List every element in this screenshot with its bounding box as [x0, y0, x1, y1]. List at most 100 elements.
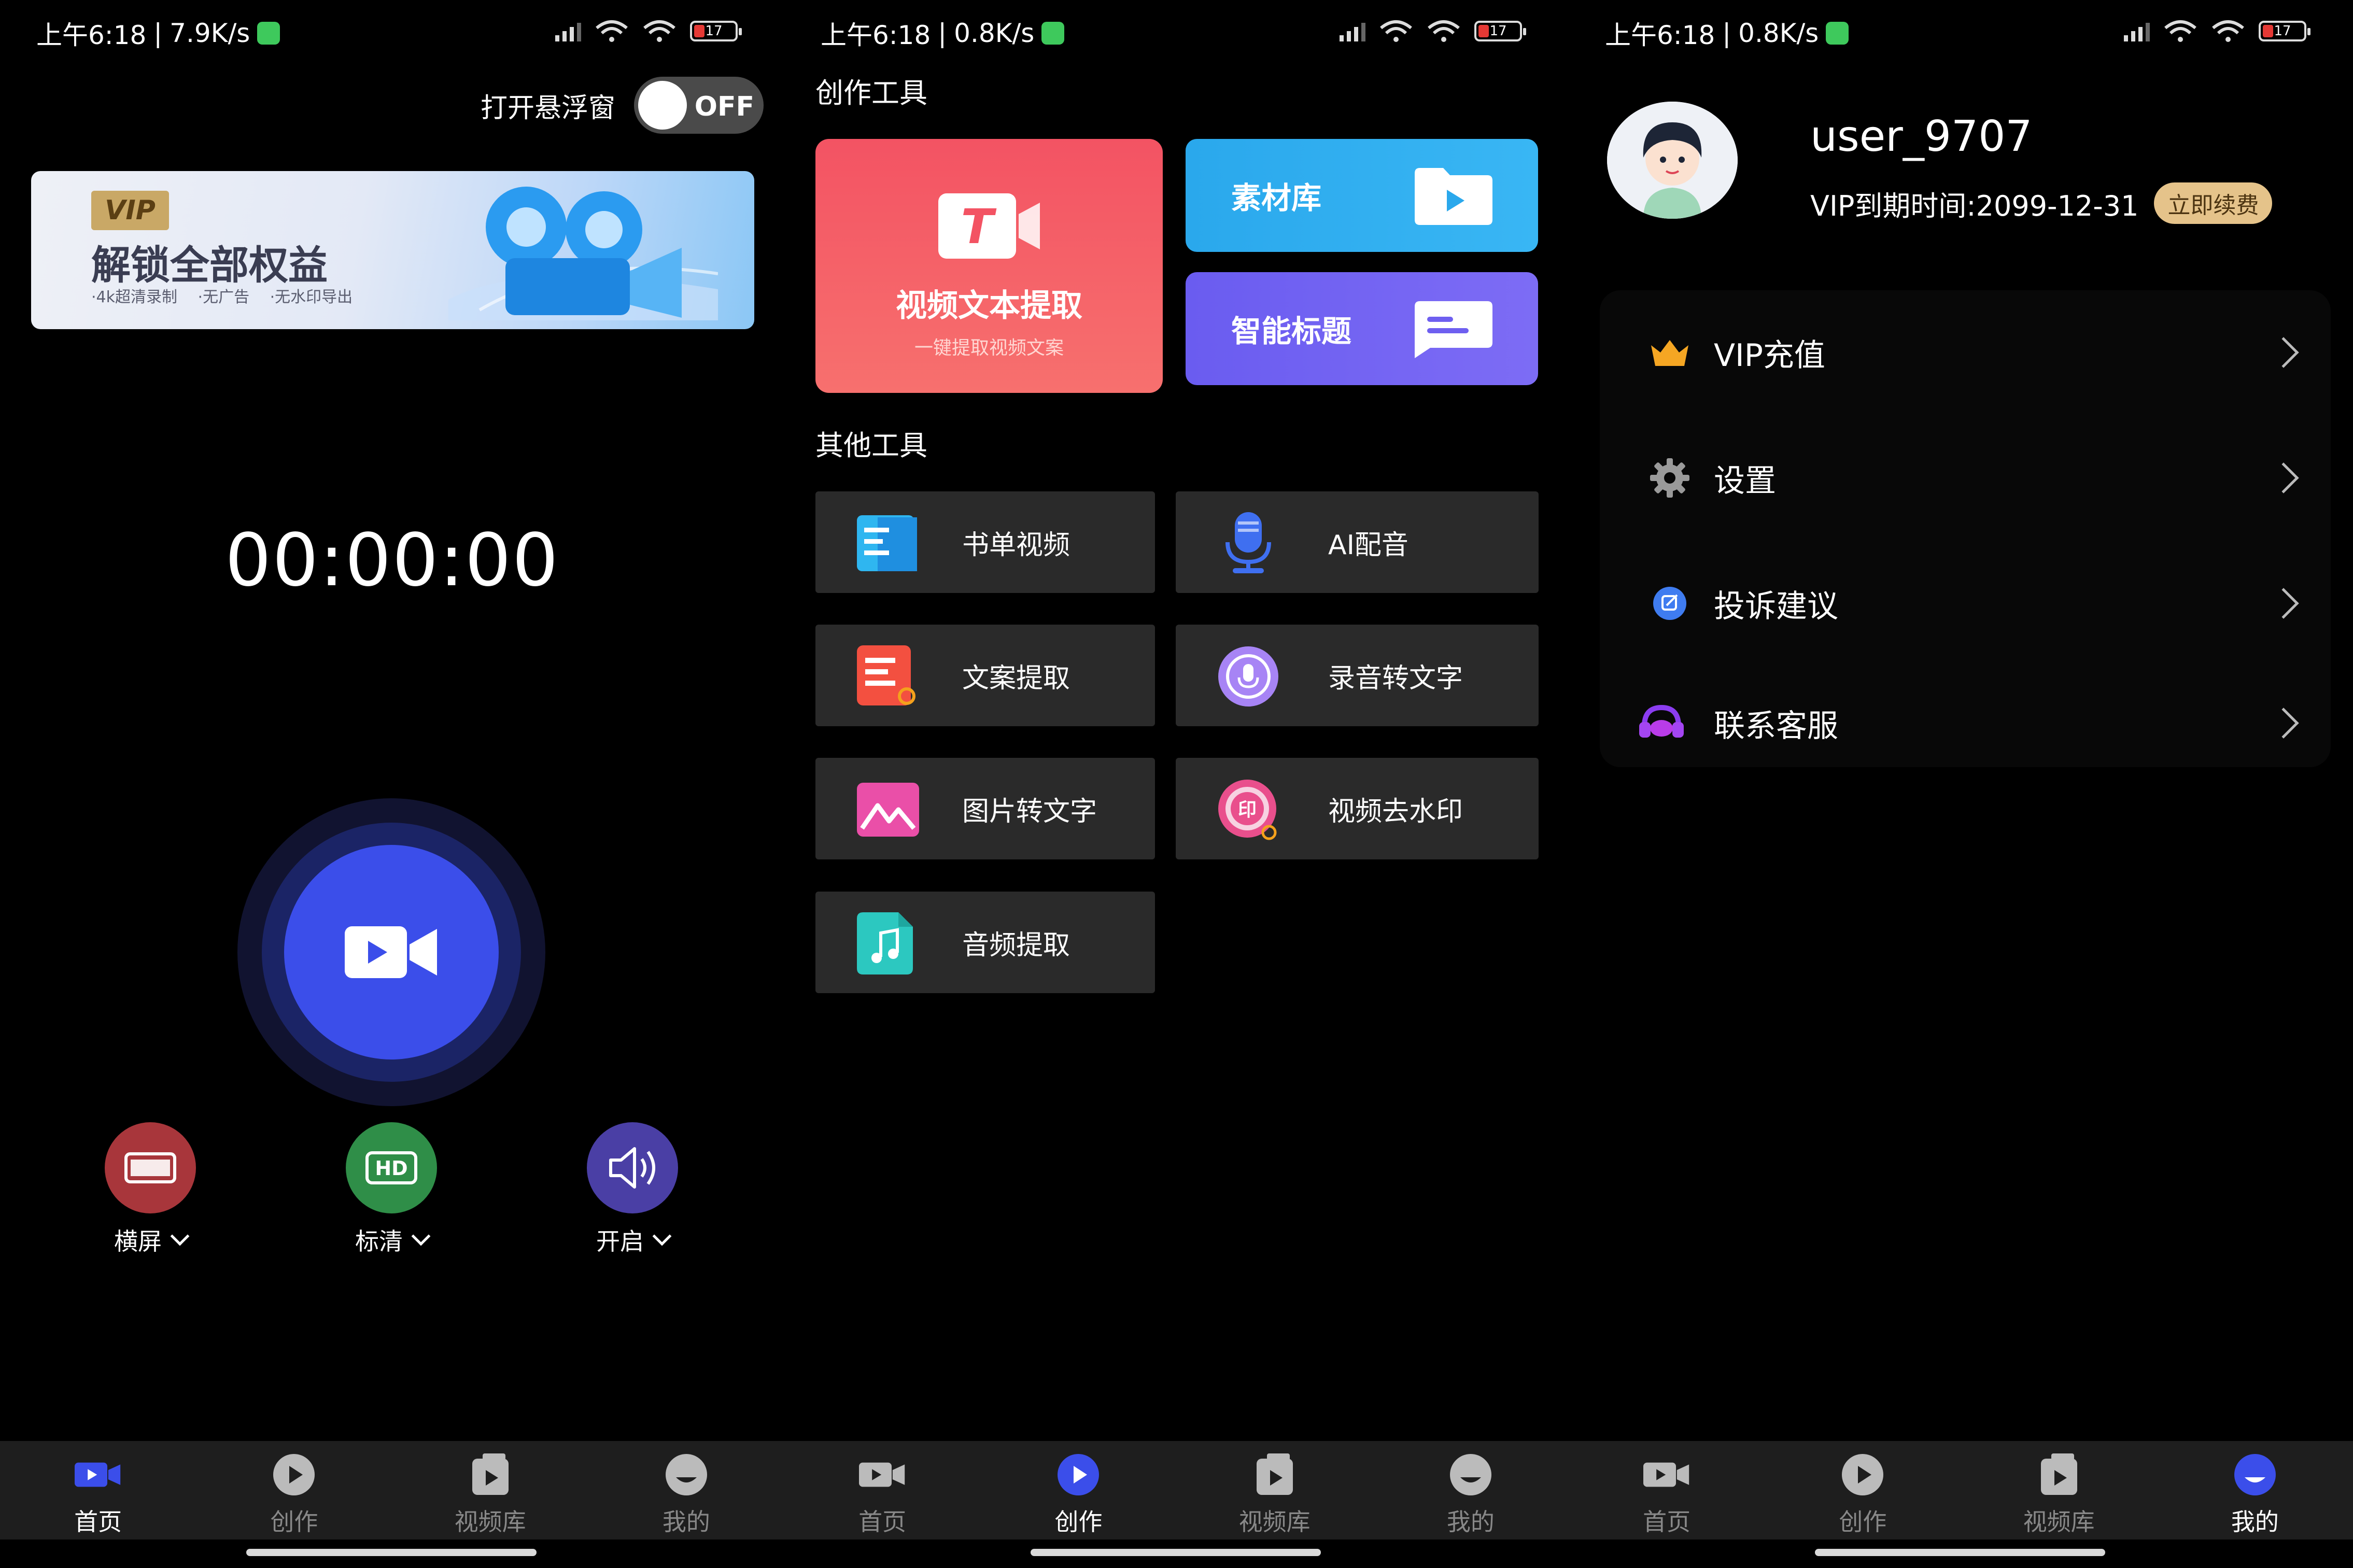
- chevron-right-icon: [2268, 588, 2299, 619]
- menu-settings[interactable]: 设置: [1600, 426, 2331, 530]
- smart-title-card[interactable]: 智能标题: [1186, 272, 1538, 385]
- battery-icon: 17: [2259, 21, 2310, 41]
- status-time: 上午6:18: [821, 20, 931, 50]
- status-bar: 上午6:18 | 0.8K/s 17: [784, 0, 1569, 67]
- wifi-icon-2: [643, 20, 675, 42]
- document-link-icon: [857, 645, 915, 705]
- menu-customer-service-label: 联系客服: [1714, 708, 1838, 744]
- video-text-extract-card[interactable]: T 视频文本提取 一键提取视频文案: [815, 139, 1163, 393]
- audio-option[interactable]: 开启: [555, 1122, 710, 1257]
- tab-create[interactable]: 创作: [1765, 1441, 1961, 1539]
- headset-icon: [1638, 700, 1685, 746]
- tool-remove-watermark[interactable]: 印 视频去水印: [1176, 758, 1539, 859]
- audio-circle: [587, 1122, 678, 1213]
- status-time: 上午6:18: [1605, 20, 1715, 50]
- toggle-text: OFF: [694, 91, 754, 122]
- vip-tag: VIP: [91, 191, 169, 230]
- status-speed: 7.9K/s: [170, 18, 250, 48]
- battery-icon: 17: [690, 21, 742, 41]
- tool-copy-extract[interactable]: 文案提取: [815, 625, 1155, 726]
- tool-audio-to-text[interactable]: 录音转文字: [1176, 625, 1539, 726]
- home-screen: 上午6:18 | 7.9K/s 17 打开悬浮窗 OFF VIP 解锁全部权益 …: [0, 0, 784, 1568]
- home-tab-icon: [1643, 1451, 1690, 1498]
- app-notification-icon: [1826, 22, 1849, 45]
- tab-library[interactable]: 视频库: [1961, 1441, 2157, 1539]
- tab-create[interactable]: 创作: [196, 1441, 392, 1539]
- app-notification-icon: [1041, 22, 1065, 45]
- menu-vip-recharge-label: VIP充值: [1714, 337, 1825, 374]
- tab-library[interactable]: 视频库: [392, 1441, 588, 1539]
- tab-mine[interactable]: 我的: [588, 1441, 784, 1539]
- status-bar: 上午6:18 | 0.8K/s 17: [1569, 0, 2353, 67]
- edit-feedback-icon: [1646, 580, 1693, 627]
- float-window-label: 打开悬浮窗: [480, 92, 615, 124]
- float-window-toggle[interactable]: OFF: [634, 77, 764, 134]
- material-library-label: 素材库: [1231, 180, 1322, 216]
- chevron-down-icon: [170, 1226, 190, 1246]
- home-indicator[interactable]: [1815, 1549, 2105, 1556]
- user-avatar-icon: [1607, 102, 1738, 219]
- status-bar: 上午6:18 | 7.9K/s 17: [0, 0, 784, 67]
- chevron-down-icon: [652, 1226, 672, 1246]
- vip-banner[interactable]: VIP 解锁全部权益 ·4k超清录制 ·无广告 ·无水印导出: [31, 171, 754, 329]
- video-camera-icon: [345, 926, 437, 978]
- tab-home[interactable]: 首页: [784, 1441, 980, 1539]
- tab-home[interactable]: 首页: [1569, 1441, 1765, 1539]
- text-video-icon: T: [938, 193, 1040, 259]
- svg-text:T: T: [961, 199, 997, 255]
- menu-vip-recharge[interactable]: VIP充值: [1600, 301, 2331, 404]
- orientation-option[interactable]: 横屏: [73, 1122, 228, 1257]
- username: user_9707: [1810, 112, 2033, 161]
- tab-library[interactable]: 视频库: [1177, 1441, 1373, 1539]
- tab-bar: 首页 创作 视频库 我的: [784, 1441, 1569, 1539]
- tab-bar: 首页 创作 视频库 我的: [0, 1441, 784, 1539]
- wifi-icon-2: [1428, 20, 1460, 42]
- avatar[interactable]: [1607, 102, 1738, 219]
- tool-audio-extract[interactable]: 音频提取: [815, 892, 1155, 993]
- tool-booklist-video[interactable]: 书单视频: [815, 491, 1155, 593]
- library-tab-icon: [1251, 1451, 1298, 1498]
- audio-label: 开启: [596, 1227, 644, 1255]
- mine-screen: 上午6:18 | 0.8K/s 17 user_9707 VIP到期时间:209…: [1569, 0, 2353, 1568]
- home-indicator[interactable]: [1031, 1549, 1321, 1556]
- quality-option[interactable]: HD 标清: [314, 1122, 469, 1257]
- chevron-right-icon: [2268, 708, 2299, 739]
- tool-ai-voice-label: AI配音: [1328, 529, 1408, 561]
- tab-home[interactable]: 首页: [0, 1441, 196, 1539]
- status-time: 上午6:18: [36, 20, 147, 50]
- svg-text:HD: HD: [375, 1157, 407, 1180]
- svg-text:印: 印: [1238, 799, 1257, 821]
- tab-create[interactable]: 创作: [980, 1441, 1176, 1539]
- wifi-icon: [2164, 20, 2196, 42]
- video-text-extract-subtitle: 一键提取视频文案: [914, 337, 1064, 359]
- home-indicator[interactable]: [246, 1549, 537, 1556]
- tool-image-to-text[interactable]: 图片转文字: [815, 758, 1155, 859]
- recording-timer: 00:00:00: [225, 518, 559, 603]
- watermark-stamp-icon: 印: [1218, 780, 1277, 840]
- smart-title-label: 智能标题: [1231, 314, 1352, 349]
- mine-tab-icon: [1447, 1451, 1494, 1498]
- tab-mine[interactable]: 我的: [1373, 1441, 1569, 1539]
- music-note-icon: [857, 912, 913, 974]
- booklist-icon: [857, 515, 917, 571]
- orientation-label: 横屏: [114, 1227, 162, 1255]
- library-tab-icon: [2036, 1451, 2082, 1498]
- tab-mine[interactable]: 我的: [2157, 1441, 2353, 1539]
- create-tab-icon: [1055, 1451, 1102, 1498]
- vip-expiry-text: VIP到期时间:2099-12-31: [1810, 189, 2139, 222]
- other-tools-title: 其他工具: [815, 429, 927, 462]
- tool-audio-extract-label: 音频提取: [962, 929, 1070, 961]
- image-icon: [857, 783, 919, 837]
- status-speed: 0.8K/s: [954, 18, 1035, 48]
- renew-button[interactable]: 立即续费: [2154, 182, 2273, 224]
- chevron-right-icon: [2268, 337, 2299, 368]
- float-window-row: 打开悬浮窗 OFF: [481, 77, 764, 134]
- chevron-right-icon: [2268, 462, 2299, 493]
- tool-ai-voice[interactable]: AI配音: [1176, 491, 1539, 593]
- record-button[interactable]: [284, 845, 499, 1060]
- menu-feedback[interactable]: 投诉建议: [1600, 552, 2331, 655]
- menu-customer-service[interactable]: 联系客服: [1600, 671, 2331, 775]
- tool-remove-watermark-label: 视频去水印: [1328, 796, 1463, 827]
- video-text-extract-title: 视频文本提取: [896, 288, 1082, 324]
- material-library-card[interactable]: 素材库: [1186, 139, 1538, 252]
